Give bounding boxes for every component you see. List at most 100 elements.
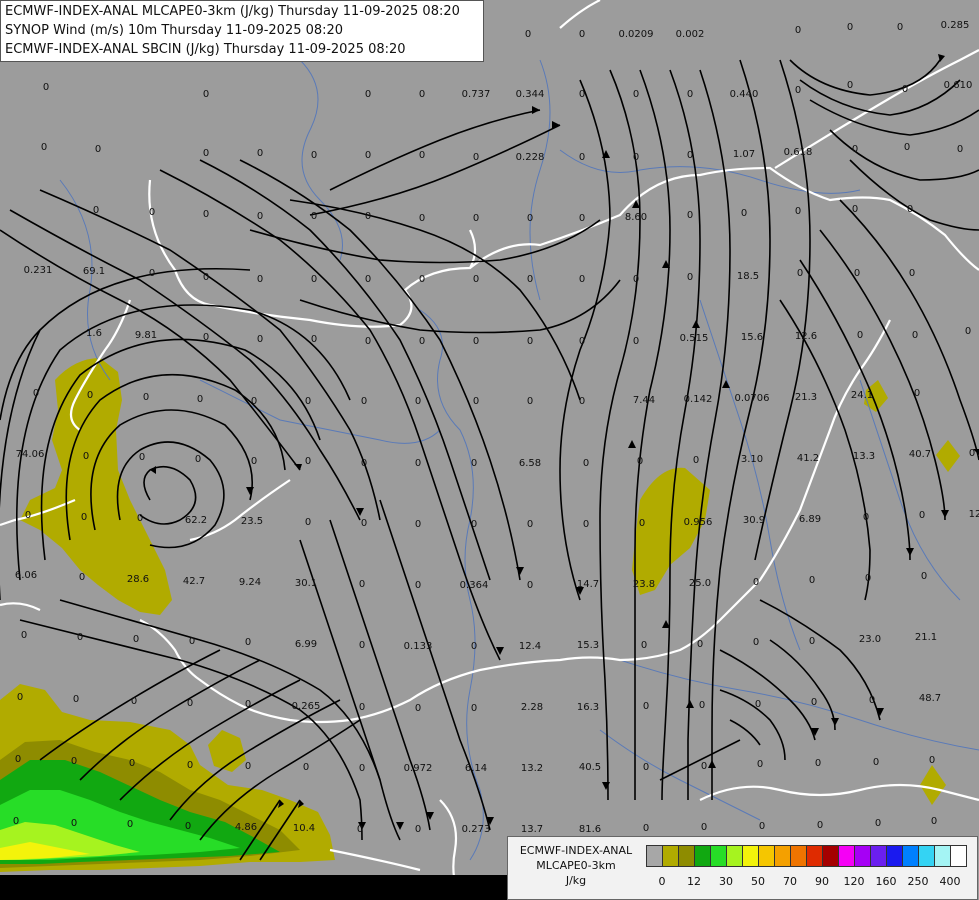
legend-swatch	[902, 845, 919, 867]
legend-swatch	[918, 845, 935, 867]
cape-value-label: 0	[203, 89, 209, 100]
cape-value-label: 30.9	[743, 515, 765, 526]
cape-value-label: 0.956	[684, 517, 713, 528]
cape-value-label: 0	[83, 451, 89, 462]
cape-value-label: 0	[81, 512, 87, 523]
cape-value-label: 0	[473, 274, 479, 285]
cape-value-label: 0	[415, 458, 421, 469]
cape-value-label: 9.81	[135, 330, 157, 341]
cape-value-label: 24.1	[851, 390, 873, 401]
legend-swatch	[758, 845, 775, 867]
cape-value-label: 0	[957, 144, 963, 155]
cape-value-label: 0	[305, 517, 311, 528]
cape-value-label: 0	[759, 821, 765, 832]
cape-value-label: 0	[197, 394, 203, 405]
cape-value-label: 3.10	[741, 454, 763, 465]
cape-value-label: 0	[131, 696, 137, 707]
cape-value-label: 69.1	[83, 266, 105, 277]
cape-value-label: 0	[641, 640, 647, 651]
cape-value-label: 62.2	[185, 515, 207, 526]
cape-value-label: 0	[965, 326, 971, 337]
cape-value-label: 0	[741, 208, 747, 219]
cape-value-label: 0	[875, 818, 881, 829]
cape-value-label: 0.0706	[735, 393, 770, 404]
cape-value-label: 0	[847, 80, 853, 91]
legend-swatch	[886, 845, 903, 867]
cape-value-label: 0	[527, 213, 533, 224]
cape-value-label: 0	[869, 695, 875, 706]
cape-value-label: 0	[929, 755, 935, 766]
cape-value-label: 0	[643, 762, 649, 773]
cape-value-label: 0	[365, 274, 371, 285]
cape-value-label: 0	[365, 211, 371, 222]
cape-value-label: 0.0209	[619, 29, 654, 40]
cape-value-label: 0.231	[24, 265, 53, 276]
cape-value-label: 0	[527, 336, 533, 347]
legend-tick: 50	[751, 875, 765, 888]
cape-value-label: 0	[359, 702, 365, 713]
cape-value-label: 0	[311, 274, 317, 285]
cape-value-label: 0	[865, 573, 871, 584]
cape-value-label: 0	[251, 456, 257, 467]
cape-value-label: 13.2	[521, 763, 543, 774]
cape-value-label: 0	[914, 388, 920, 399]
cape-value-label: 23.8	[633, 579, 655, 590]
cape-value-label: 0	[527, 396, 533, 407]
cape-value-label: 0.440	[730, 89, 759, 100]
cape-value-label: 0	[795, 25, 801, 36]
cape-value-label: 0	[897, 22, 903, 33]
cape-value-label: 0	[921, 571, 927, 582]
cape-value-label: 0	[415, 580, 421, 591]
cape-value-label: 0	[525, 29, 531, 40]
cape-value-label: 0	[583, 519, 589, 530]
weather-map-view: { "header": { "line1": "ECMWF-INDEX-ANAL…	[0, 0, 979, 900]
cape-value-label: 0	[579, 274, 585, 285]
cape-value-label: 0	[527, 274, 533, 285]
cape-value-label: 0.610	[944, 80, 973, 91]
legend-swatch	[934, 845, 951, 867]
cape-value-label: 0	[139, 452, 145, 463]
legend-tick: 70	[783, 875, 797, 888]
cape-value-label: 14.7	[577, 579, 599, 590]
cape-value-label: 0	[419, 336, 425, 347]
legend-tick: 250	[907, 875, 929, 888]
cape-value-label: 12.4	[519, 641, 541, 652]
cape-value-label: 0	[133, 634, 139, 645]
cape-value-label: 0	[311, 150, 317, 161]
legend-swatch	[854, 845, 871, 867]
cape-value-label: 0	[25, 510, 31, 521]
cape-value-label: 6.06	[15, 570, 37, 581]
legend-unit: J/kg	[565, 874, 587, 887]
cape-value-label: 0	[697, 639, 703, 650]
cape-value-label: 0	[795, 206, 801, 217]
cape-value-label: 0	[753, 637, 759, 648]
legend-swatch	[774, 845, 791, 867]
cape-value-label: 0	[245, 699, 251, 710]
cape-value-label: 0	[415, 519, 421, 530]
cape-value-label: 0	[699, 700, 705, 711]
legend-title-line2: MLCAPE0-3km	[536, 859, 616, 872]
cape-value-label: 23.0	[859, 634, 881, 645]
cape-value-label: 0	[245, 637, 251, 648]
cape-value-label: 0	[755, 699, 761, 710]
cape-value-label: 0.133	[404, 641, 433, 652]
cape-value-label: 0	[311, 211, 317, 222]
cape-value-label: 0	[361, 396, 367, 407]
legend-tick-labels: 0 12 30 50 70 90 120 160 250 400	[646, 875, 976, 889]
cape-value-label: 0	[127, 819, 133, 830]
cape-value-label: 0	[795, 85, 801, 96]
header-line-cape: ECMWF-INDEX-ANAL MLCAPE0-3km (J/kg) Thur…	[5, 4, 460, 19]
cape-value-label: 0	[583, 458, 589, 469]
cape-value-label: 0.344	[516, 89, 545, 100]
cape-value-label: 0	[137, 513, 143, 524]
cape-value-label: 0	[473, 213, 479, 224]
cape-value-label: 0	[71, 818, 77, 829]
cape-value-label: 0	[129, 758, 135, 769]
cape-value-label: 15.6	[741, 332, 763, 343]
cape-value-label: 10.4	[293, 823, 315, 834]
cape-value-label: 0	[187, 760, 193, 771]
cape-value-label: 0	[87, 390, 93, 401]
cape-value-label: 0	[361, 458, 367, 469]
cape-value-label: 0.228	[516, 152, 545, 163]
legend-title-line1: ECMWF-INDEX-ANAL	[519, 844, 633, 857]
